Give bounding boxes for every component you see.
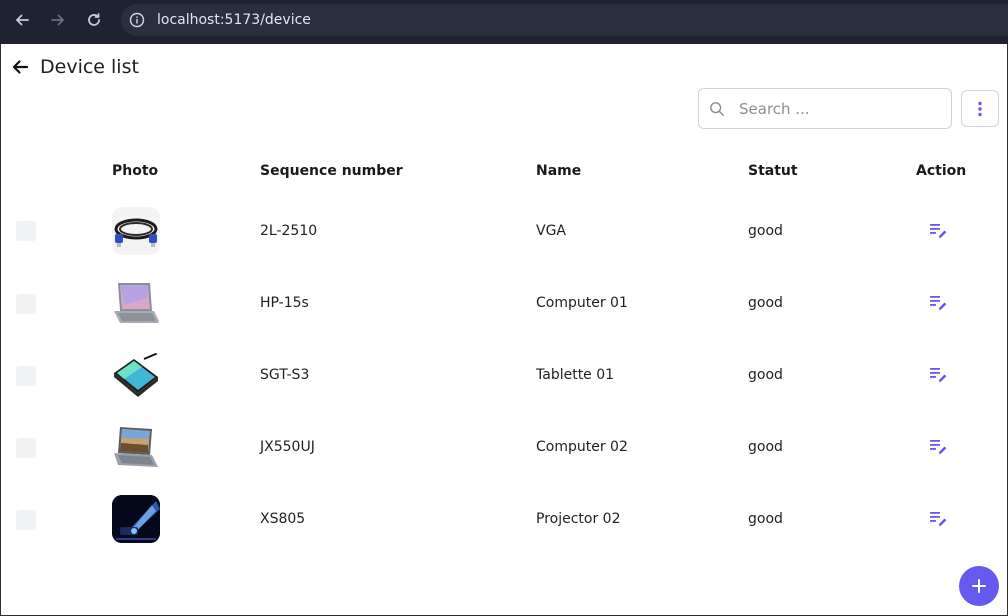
edit-icon [930,296,947,310]
table-row[interactable]: HP-15s Computer 01 good [0,267,1008,339]
edit-icon [930,368,947,382]
device-name: VGA [536,223,567,239]
device-name: Computer 01 [536,295,628,311]
page-header: Device list [10,53,139,81]
site-info-icon[interactable] [129,12,145,28]
table-row[interactable]: SGT-S3 Tablette 01 good [0,339,1008,411]
table-row[interactable]: JX550UJ Computer 02 good [0,411,1008,483]
address-bar[interactable]: localhost:5173/device [121,4,1008,36]
edit-button[interactable] [929,221,947,239]
reload-button[interactable] [76,2,112,38]
search-input[interactable] [739,99,939,118]
back-button[interactable] [4,2,40,38]
add-device-button[interactable] [959,566,999,606]
projector-photo [112,495,160,543]
device-name: Computer 02 [536,439,628,455]
column-header-photo: Photo [112,163,159,179]
sequence-number: JX550UJ [260,439,315,455]
edit-button[interactable] [929,365,947,383]
device-status: good [748,439,783,455]
device-status: good [748,295,783,311]
row-checkbox[interactable] [16,221,36,241]
edit-icon [930,440,947,454]
sequence-number: XS805 [260,511,306,527]
tablet-photo [112,351,160,399]
device-name: Projector 02 [536,511,621,527]
page-title: Device list [40,56,139,78]
more-options-button[interactable] [961,90,999,127]
edit-icon [930,224,947,238]
search-icon [709,100,727,118]
row-checkbox[interactable] [16,294,36,314]
row-checkbox[interactable] [16,510,36,530]
row-checkbox[interactable] [16,438,36,458]
search-field[interactable] [698,88,952,129]
arrow-right-icon [51,14,64,26]
arrow-left-icon [16,14,29,26]
column-header-sequence[interactable]: Sequence number [260,163,403,179]
laptop-photo [112,279,160,327]
arrow-left-icon [12,60,29,74]
device-name: Tablette 01 [536,367,615,383]
browser-toolbar: localhost:5173/device [0,0,1008,44]
device-status: good [748,223,783,239]
device-status: good [748,511,783,527]
table-row[interactable]: XS805 Projector 02 good [0,483,1008,555]
page-back-button[interactable] [10,57,30,77]
plus-icon [972,579,986,593]
vga-cable-photo [112,207,160,255]
sequence-number: HP-15s [260,295,309,311]
laptop-photo [112,423,160,471]
edit-button[interactable] [929,293,947,311]
column-header-action: Action [916,163,967,179]
column-header-status[interactable]: Statut [748,163,798,179]
reload-icon [88,13,100,26]
table-row[interactable]: 2L-2510 VGA good [0,195,1008,267]
row-checkbox[interactable] [16,366,36,386]
sequence-number: SGT-S3 [260,367,310,383]
edit-icon [930,512,947,526]
url-text: localhost:5173/device [157,12,311,28]
more-vertical-icon [978,101,982,116]
forward-button[interactable] [40,2,76,38]
sequence-number: 2L-2510 [260,223,318,239]
edit-button[interactable] [929,509,947,527]
edit-button[interactable] [929,437,947,455]
device-status: good [748,367,783,383]
column-header-name[interactable]: Name [536,163,581,179]
